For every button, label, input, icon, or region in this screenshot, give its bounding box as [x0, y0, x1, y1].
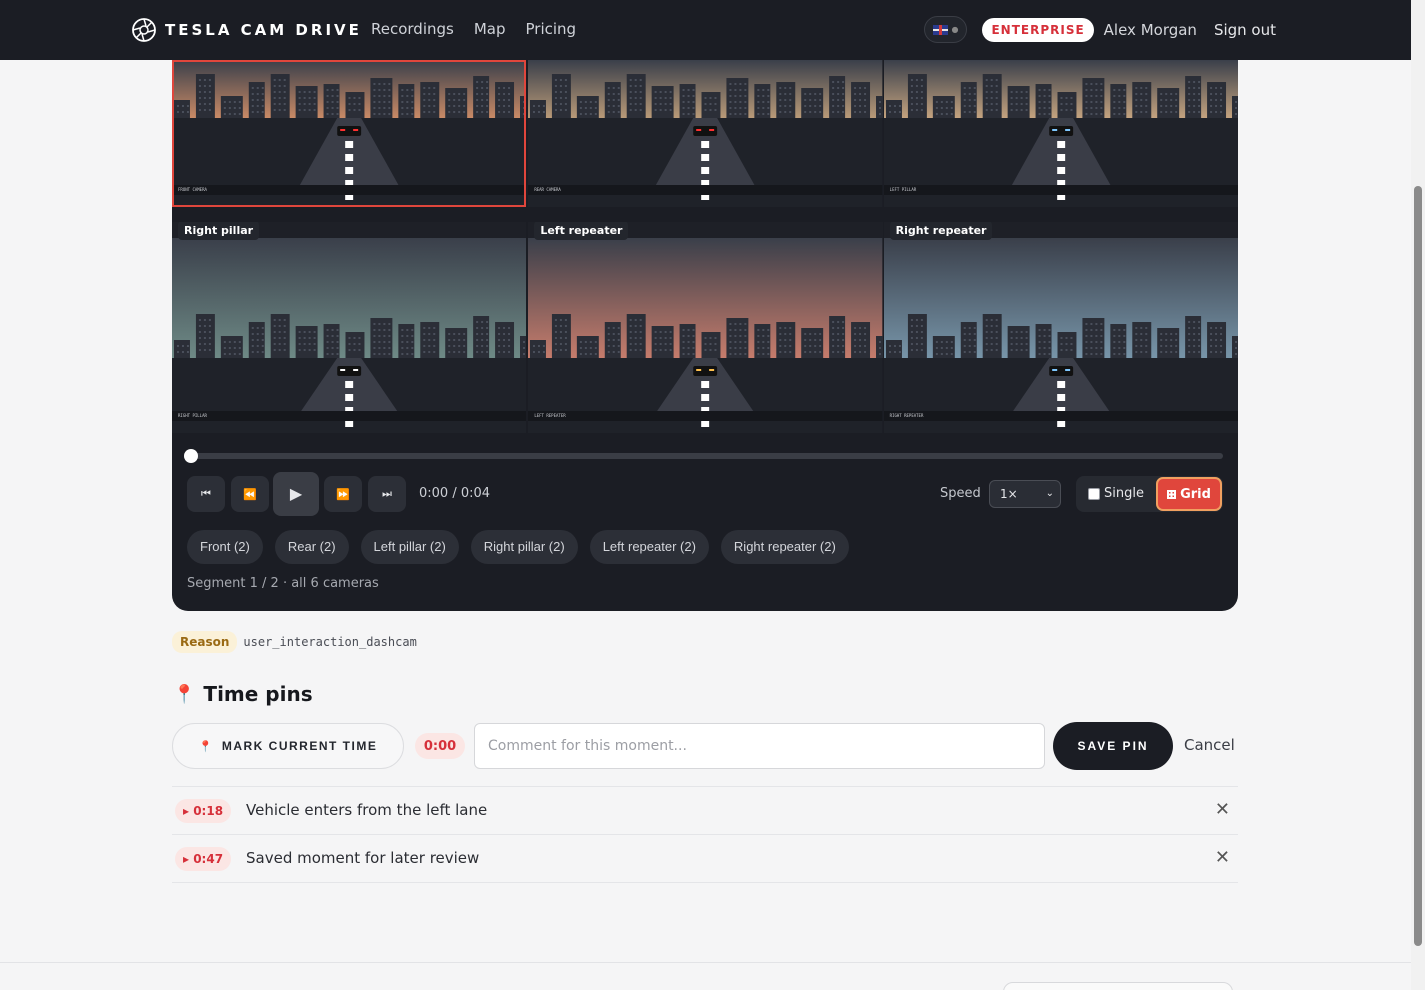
chip-left-pillar[interactable]: Left pillar (2): [360, 530, 459, 564]
grid-icon: [1167, 489, 1177, 499]
chip-right-pillar[interactable]: Right pillar (2): [470, 530, 578, 564]
scrubber-knob[interactable]: [184, 449, 198, 463]
nav-link-pricing[interactable]: Pricing: [526, 19, 577, 39]
pin-list: ▸ 0:18 Vehicle enters from the left lane…: [172, 786, 1238, 883]
pin-icon: 📍: [198, 740, 214, 753]
camera-frame: [528, 222, 883, 433]
timeline-scrubber[interactable]: [184, 449, 1223, 463]
pin-time-button[interactable]: ▸ 0:18: [175, 799, 232, 823]
uk-flag-icon: [933, 24, 949, 35]
rewind-button[interactable]: ⏪: [231, 476, 269, 512]
brand-name: TESLA CAM DRIVE: [165, 21, 362, 39]
camera-tile[interactable]: FRONT CAMERA: [172, 60, 527, 207]
brand[interactable]: TESLA CAM DRIVE: [131, 17, 362, 43]
camera-caption: RIGHT REPEATER: [889, 413, 924, 418]
mark-label: MARK CURRENT TIME: [221, 739, 378, 753]
scrollbar-thumb[interactable]: [1414, 186, 1422, 946]
page-scrollbar[interactable]: [1411, 0, 1425, 990]
speed-label: Speed: [940, 486, 981, 501]
speed-select[interactable]: 1× ⌄: [989, 480, 1061, 508]
camera-frame: [172, 60, 527, 207]
reason-tag: Reason: [172, 631, 238, 653]
language-selector[interactable]: ●: [924, 16, 968, 43]
single-view-option[interactable]: Single: [1088, 486, 1144, 501]
single-checkbox[interactable]: [1088, 487, 1100, 500]
nav-link-recordings[interactable]: Recordings: [371, 19, 454, 39]
nav-link-map[interactable]: Map: [474, 19, 506, 39]
camera-tile[interactable]: Left repeater LEFT REPEATER: [528, 222, 883, 433]
camera-caption: LEFT PILLAR: [889, 187, 917, 192]
footer-control[interactable]: [1003, 982, 1233, 990]
pin-comment: Saved moment for later review: [246, 849, 480, 867]
camera-caption: REAR CAMERA: [534, 187, 561, 192]
close-icon[interactable]: ✕: [1215, 847, 1230, 868]
footer-divider: [0, 962, 1411, 963]
pin-item: ▸ 0:18 Vehicle enters from the left lane…: [172, 787, 1238, 835]
nav-right: ● ENTERPRISE Alex Morgan Sign out: [924, 16, 1276, 43]
camera-caption: LEFT REPEATER: [534, 413, 566, 418]
aperture-logo-icon: [132, 18, 156, 42]
camera-chips: Front (2) Rear (2) Left pillar (2) Right…: [187, 530, 849, 564]
video-player: FRONT CAMERA REAR CAMERA LEFT PILLAR Rig…: [172, 60, 1238, 611]
fast-forward-button[interactable]: ⏩: [324, 476, 362, 512]
camera-frame: [528, 60, 883, 207]
skip-end-icon: ⏭: [382, 487, 392, 500]
camera-tile[interactable]: Right pillar RIGHT PILLAR: [172, 222, 527, 433]
playback-controls: ⏮ ⏪ ▶ ⏩ ⏭ 0:00 / 0:04 Speed 1× ⌄ Single …: [187, 472, 1223, 516]
camera-label: Right pillar: [178, 222, 260, 240]
chip-front[interactable]: Front (2): [187, 530, 263, 564]
reason-row: Reason user_interaction_dashcam: [172, 631, 417, 653]
top-nav: TESLA CAM DRIVE Recordings Map Pricing ●…: [0, 0, 1411, 60]
current-time-badge: 0:00: [415, 733, 465, 759]
speed-value: 1×: [1000, 487, 1018, 501]
grid-view-button[interactable]: Grid: [1156, 477, 1222, 511]
reason-value: user_interaction_dashcam: [243, 635, 417, 649]
user-name[interactable]: Alex Morgan: [1104, 21, 1197, 39]
rewind-icon: ⏪: [243, 488, 257, 501]
time-pins-title: Time pins: [203, 682, 313, 706]
camera-tile[interactable]: LEFT PILLAR: [883, 60, 1238, 207]
camera-label: Left repeater: [534, 222, 629, 240]
pin-icon: 📍: [173, 683, 196, 705]
comment-input[interactable]: [474, 723, 1045, 769]
play-icon: ▶: [289, 486, 303, 503]
pin-comment: Vehicle enters from the left lane: [246, 801, 488, 819]
chip-rear[interactable]: Rear (2): [274, 530, 349, 564]
camera-frame: [883, 222, 1238, 433]
close-icon[interactable]: ✕: [1215, 799, 1230, 820]
save-pin-button[interactable]: SAVE PIN: [1053, 722, 1173, 770]
time-pins-header: 📍 Time pins: [173, 682, 313, 706]
grid-label: Grid: [1180, 486, 1211, 502]
main-nav: Recordings Map Pricing: [371, 19, 576, 39]
camera-caption: RIGHT PILLAR: [178, 413, 207, 418]
chip-left-repeater[interactable]: Left repeater (2): [589, 530, 709, 564]
camera-frame: [172, 222, 527, 433]
sign-out-link[interactable]: Sign out: [1214, 21, 1276, 39]
pin-item: ▸ 0:47 Saved moment for later review ✕: [172, 835, 1238, 883]
cancel-button[interactable]: Cancel: [1184, 736, 1235, 754]
camera-grid: FRONT CAMERA REAR CAMERA LEFT PILLAR Rig…: [172, 60, 1238, 433]
camera-tile[interactable]: REAR CAMERA: [528, 60, 883, 207]
skip-to-start-button[interactable]: ⏮: [187, 476, 225, 512]
camera-tile[interactable]: Right repeater RIGHT REPEATER: [883, 222, 1238, 433]
skip-start-icon: ⏮: [201, 487, 211, 500]
camera-frame: [883, 60, 1238, 207]
chip-right-repeater[interactable]: Right repeater (2): [720, 530, 849, 564]
dropdown-dot-icon: ●: [951, 25, 959, 34]
fast-forward-icon: ⏩: [336, 488, 350, 501]
camera-caption: FRONT CAMERA: [178, 187, 207, 192]
plan-badge: ENTERPRISE: [982, 17, 1094, 42]
view-mode-toggle: Single Grid: [1076, 476, 1223, 512]
skip-to-end-button[interactable]: ⏭: [368, 476, 406, 512]
segment-info: Segment 1 / 2 · all 6 cameras: [187, 576, 379, 591]
pin-time-button[interactable]: ▸ 0:47: [175, 847, 232, 871]
single-label: Single: [1104, 486, 1144, 501]
time-readout: 0:00 / 0:04: [419, 486, 491, 501]
play-button[interactable]: ▶: [273, 472, 319, 516]
chevron-down-icon: ⌄: [1045, 488, 1054, 499]
camera-label: Right repeater: [889, 222, 993, 240]
mark-current-time-button[interactable]: 📍 MARK CURRENT TIME: [172, 723, 404, 769]
